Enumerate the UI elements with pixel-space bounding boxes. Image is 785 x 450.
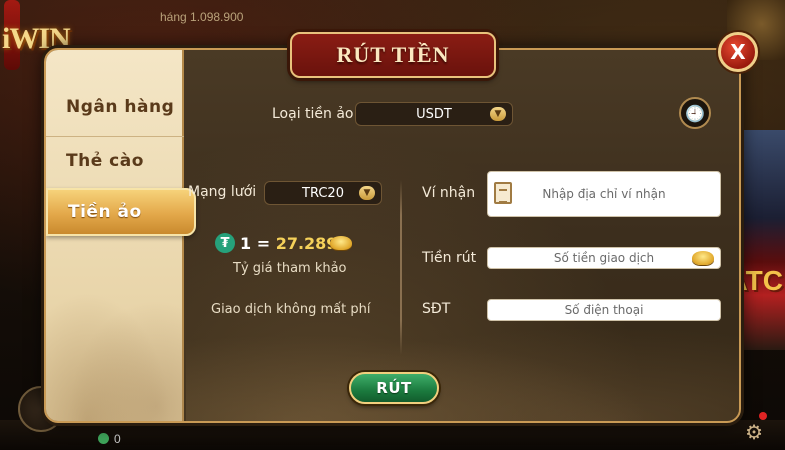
amount-placeholder: Số tiền giao dịch [553, 251, 655, 265]
crypto-type-label: Loại tiền ảo [272, 106, 354, 122]
paste-icon[interactable] [494, 182, 512, 204]
network-select[interactable]: TRC20 ▼ [264, 181, 382, 205]
rate-prefix: 1 = [240, 234, 276, 253]
phone-label: SĐT [422, 301, 451, 317]
sidebar-decoration [46, 271, 184, 421]
usdt-icon: ₮ [215, 233, 235, 253]
history-button[interactable]: 🕘 [679, 97, 711, 129]
chevron-down-icon: ▼ [490, 107, 506, 121]
clock-icon: 🕘 [685, 103, 705, 123]
side-game-banner[interactable] [743, 130, 785, 350]
wallet-balance: 0 [98, 432, 121, 446]
rate-value: 27.289 [275, 234, 338, 253]
network-value: TRC20 [302, 185, 344, 201]
chevron-down-icon: ▼ [359, 186, 375, 200]
wallet-amount: 0 [114, 432, 121, 446]
gold-ingot-icon [330, 236, 352, 250]
jackpot-ticker: háng 1.098.900 [160, 10, 244, 24]
withdraw-submit-button[interactable]: RÚT [349, 372, 439, 404]
column-divider [400, 180, 402, 355]
notification-dot [759, 412, 767, 420]
wallet-label: Ví nhận [422, 185, 476, 201]
close-button[interactable]: X [718, 32, 758, 72]
wallet-address-placeholder: Nhập địa chỉ ví nhận [542, 187, 666, 201]
exchange-rate: 1 = 27.289 [240, 234, 337, 253]
network-label: Mạng lưới [188, 184, 257, 200]
phone-input[interactable]: Số điện thoại [487, 299, 721, 321]
gold-ingot-icon [692, 251, 714, 265]
coin-icon [98, 433, 109, 444]
wallet-address-input[interactable]: Nhập địa chỉ ví nhận [487, 171, 721, 217]
phone-placeholder: Số điện thoại [564, 303, 644, 317]
amount-label: Tiền rút [422, 250, 477, 266]
amount-input[interactable]: Số tiền giao dịch [487, 247, 721, 269]
withdraw-dialog: Ngân hàng Thẻ cào Tiền ảo Loại tiền ảo U… [44, 48, 741, 423]
close-icon: X [730, 40, 746, 64]
sidebar-item-bank[interactable]: Ngân hàng [46, 83, 184, 131]
mountain-decoration [186, 311, 739, 421]
sidebar-item-crypto[interactable]: Tiền ảo [46, 188, 196, 236]
fee-note: Giao dịch không mất phí [211, 302, 371, 317]
crypto-type-value: USDT [416, 106, 452, 122]
dialog-title: RÚT TIỀN [290, 32, 496, 78]
crypto-type-select[interactable]: USDT ▼ [355, 102, 513, 126]
gear-icon[interactable]: ⚙ [745, 420, 763, 444]
rate-caption: Tỷ giá tham khảo [233, 261, 347, 276]
sidebar-item-card[interactable]: Thẻ cào [46, 136, 184, 184]
